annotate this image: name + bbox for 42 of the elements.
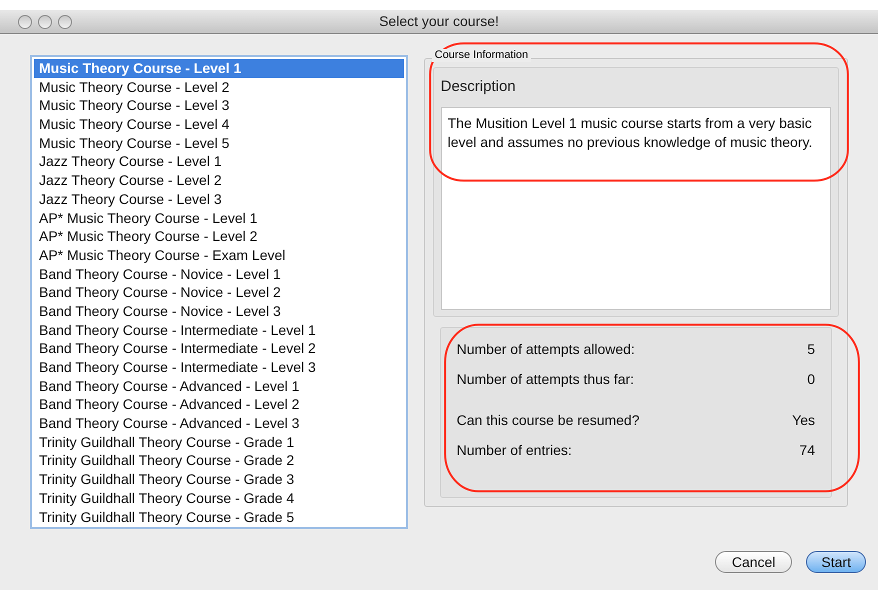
window-title: Select your course!: [379, 12, 499, 31]
course-list-item[interactable]: Jazz Theory Course - Level 2: [34, 171, 404, 190]
course-list-item[interactable]: Trinity Guildhall Theory Course - Grade 2: [34, 451, 404, 470]
course-list-item[interactable]: Music Theory Course - Level 3: [34, 96, 404, 116]
stat-value: 74: [799, 441, 815, 460]
close-window-icon[interactable]: [18, 15, 32, 29]
course-list-item[interactable]: Band Theory Course - Advanced - Level 3: [34, 414, 404, 433]
course-list-item[interactable]: Music Theory Course - Level 4: [34, 115, 404, 134]
stat-label: Can this course be resumed?: [456, 411, 640, 430]
stat-label: Number of entries:: [456, 441, 572, 460]
course-list-item[interactable]: Band Theory Course - Advanced - Level 2: [34, 395, 404, 414]
dialog-button[interactable]: Cancel: [714, 551, 792, 573]
stat-value: 0: [807, 370, 815, 389]
course-list-item[interactable]: AP* Music Theory Course - Exam Level: [34, 246, 404, 265]
course-list-item[interactable]: Band Theory Course - Advanced - Level 1: [34, 376, 404, 396]
description-text: The Musition Level 1 music course starts from a very basic level and assumes no previous knowledge of music theory.: [448, 114, 814, 152]
course-list-item[interactable]: Band Theory Course - Novice - Level 1: [34, 264, 404, 284]
course-list-item[interactable]: Music Theory Course - Level 5: [34, 134, 404, 152]
course-list-item[interactable]: Jazz Theory Course - Level 3: [34, 190, 404, 208]
course-list-item[interactable]: AP* Music Theory Course - Level 2: [34, 227, 404, 246]
zoom-window-icon[interactable]: [58, 15, 72, 29]
course-list-item[interactable]: Band Theory Course - Novice - Level 3: [34, 302, 404, 321]
stat-value: Yes: [792, 411, 815, 430]
course-list-item[interactable]: Music Theory Course - Level 1: [34, 59, 404, 78]
group-title: Course Information: [432, 49, 532, 62]
course-list-item[interactable]: Band Theory Course - Intermediate - Level 3: [34, 358, 404, 377]
course-list-item[interactable]: Band Theory Course - Novice - Level 2: [34, 283, 404, 302]
course-list-item[interactable]: Music Theory Course - Level 2: [34, 78, 404, 96]
stat-value: 5: [807, 340, 815, 359]
course-list-item[interactable]: AP* Music Theory Course - Level 1: [34, 208, 404, 228]
course-list-item[interactable]: Trinity Guildhall Theory Course - Grade 3: [34, 470, 404, 489]
course-list-item[interactable]: Band Theory Course - Intermediate - Level 2: [34, 339, 404, 358]
description-heading: Description: [440, 77, 517, 97]
course-list-item[interactable]: Jazz Theory Course - Level 1: [34, 152, 404, 172]
course-list-item[interactable]: Trinity Guildhall Theory Course - Grade 4: [34, 488, 404, 508]
course-list-item[interactable]: Trinity Guildhall Theory Course - Grade 1: [34, 432, 404, 452]
stat-label: Number of attempts thus far:: [456, 370, 634, 389]
course-list-item[interactable]: Trinity Guildhall Theory Course - Grade 5: [34, 508, 404, 526]
stat-label: Number of attempts allowed:: [456, 340, 635, 359]
minimize-window-icon[interactable]: [38, 15, 52, 29]
course-list-item[interactable]: Band Theory Course - Intermediate - Level 1: [34, 320, 404, 340]
dialog-button[interactable]: Start: [806, 551, 866, 573]
